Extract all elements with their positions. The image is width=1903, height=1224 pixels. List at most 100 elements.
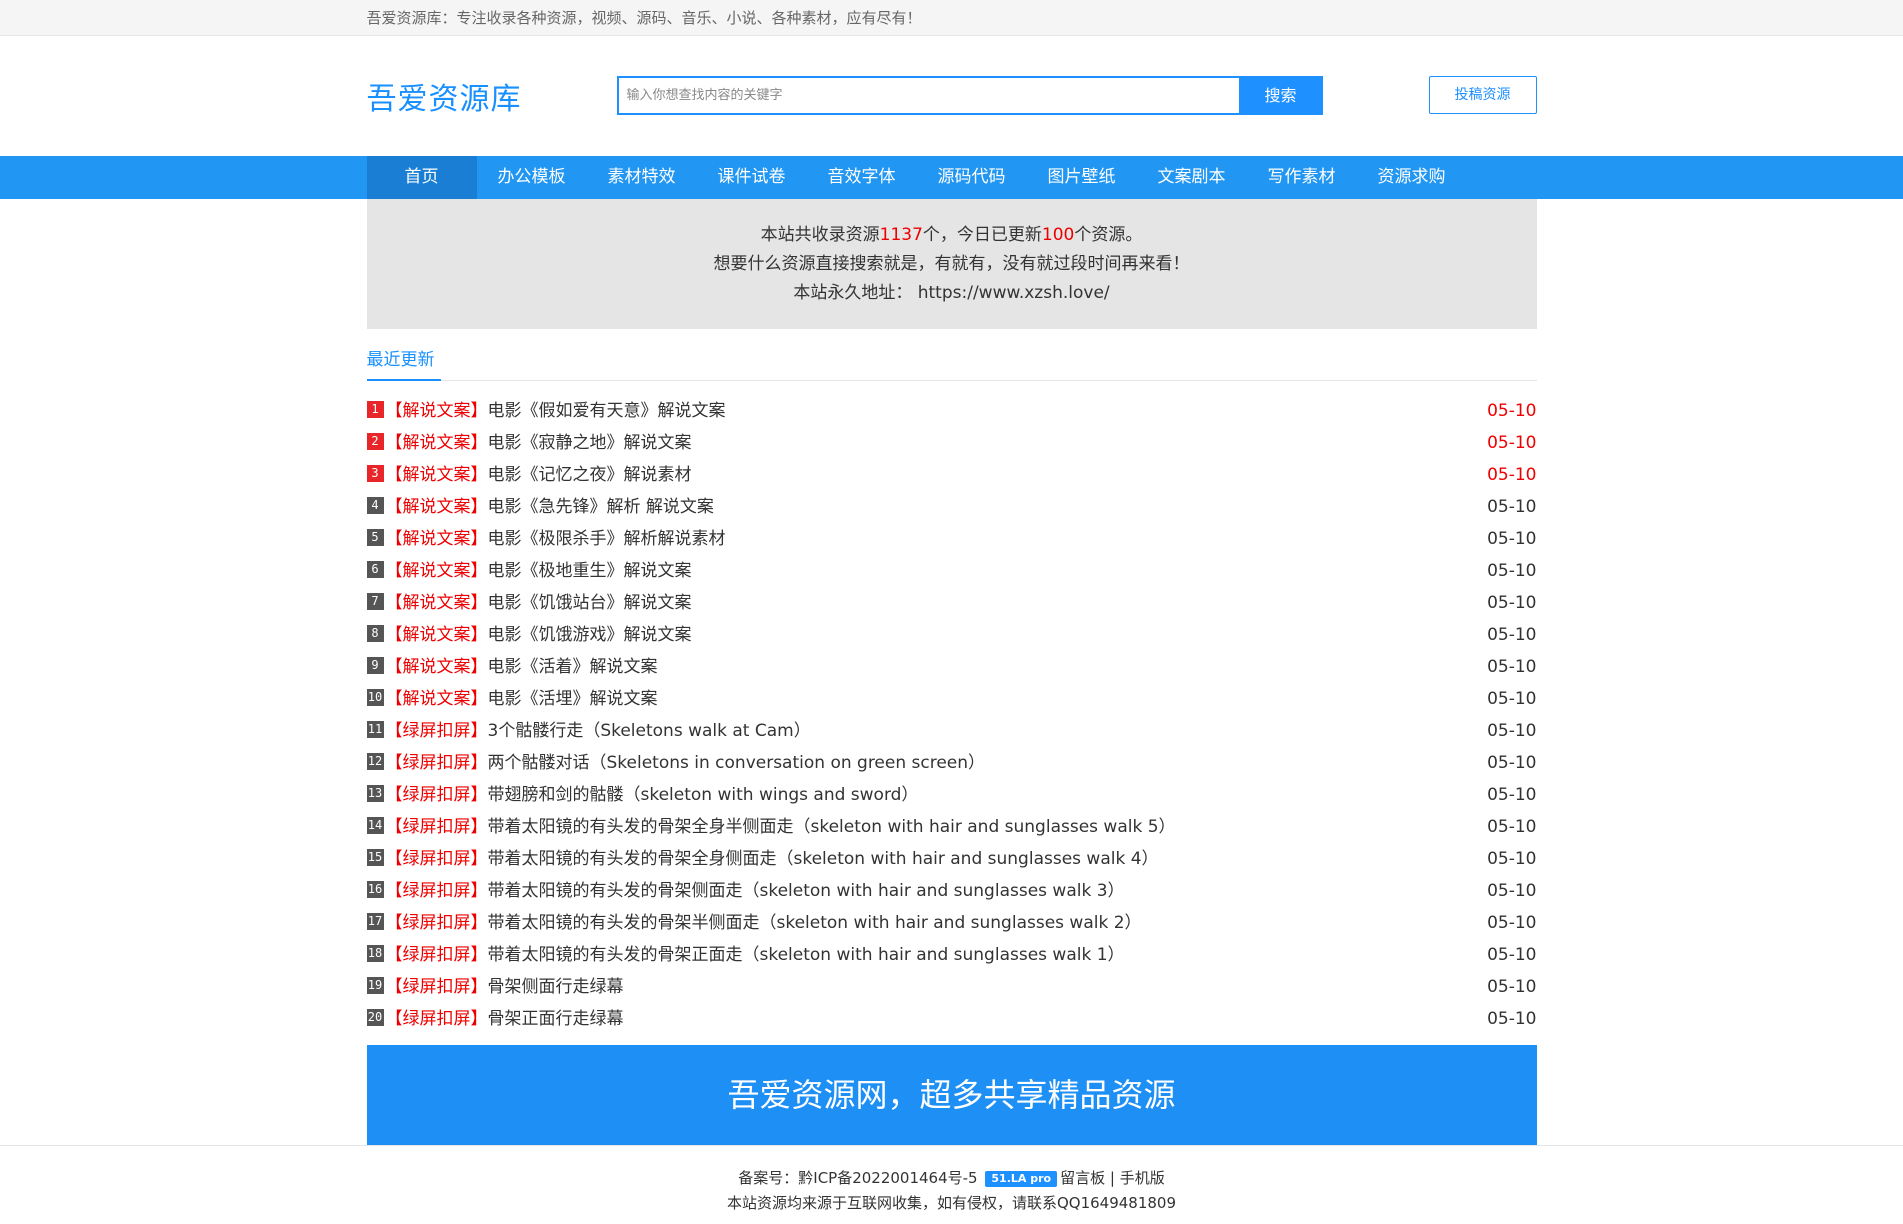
rank-badge: 17 xyxy=(366,912,384,930)
list-item[interactable]: 18 【绿屏扣屏】带着太阳镜的有头发的骨架正面走（skeleton with ha… xyxy=(366,939,1537,971)
item-title-link[interactable]: 电影《急先锋》解析 解说文案 xyxy=(488,497,714,517)
site-notice: 本站共收录资源1137个，今日已更新100个资源。 想要什么资源直接搜索就是，有… xyxy=(366,199,1537,329)
list-item[interactable]: 10 【解说文案】电影《活埋》解说文案 05-10 xyxy=(366,683,1537,715)
51la-badge-icon[interactable]: 51.LA pro xyxy=(985,1170,1058,1187)
item-title-link[interactable]: 电影《记忆之夜》解说素材 xyxy=(488,465,692,485)
item-category[interactable]: 【解说文案】 xyxy=(386,465,488,485)
nav-item-3[interactable]: 课件试卷 xyxy=(697,156,807,199)
item-title-link[interactable]: 骨架正面行走绿幕 xyxy=(488,1009,624,1029)
list-item[interactable]: 1 【解说文案】电影《假如爱有天意》解说文案 05-10 xyxy=(366,395,1537,427)
site-logo[interactable]: 吾爱资源库 xyxy=(367,74,522,118)
item-date: 05-10 xyxy=(1487,401,1537,421)
item-title-link[interactable]: 电影《饥饿游戏》解说文案 xyxy=(488,625,692,645)
item-category[interactable]: 【绿屏扣屏】 xyxy=(386,1009,488,1029)
list-item[interactable]: 3 【解说文案】电影《记忆之夜》解说素材 05-10 xyxy=(366,459,1537,491)
list-item[interactable]: 8 【解说文案】电影《饥饿游戏》解说文案 05-10 xyxy=(366,619,1537,651)
mobile-version-link[interactable]: 手机版 xyxy=(1120,1169,1165,1187)
rank-badge: 5 xyxy=(366,528,384,546)
item-category[interactable]: 【解说文案】 xyxy=(386,561,488,581)
rank-badge: 11 xyxy=(366,720,384,738)
nav-item-5[interactable]: 源码代码 xyxy=(917,156,1027,199)
nav-item-6[interactable]: 图片壁纸 xyxy=(1027,156,1137,199)
item-category[interactable]: 【解说文案】 xyxy=(386,689,488,709)
item-date: 05-10 xyxy=(1487,1009,1537,1029)
item-date: 05-10 xyxy=(1487,497,1537,517)
item-category[interactable]: 【绿屏扣屏】 xyxy=(386,817,488,837)
icp-label: 备案号： xyxy=(738,1169,799,1187)
item-category[interactable]: 【绿屏扣屏】 xyxy=(386,945,488,965)
tab-recent-updates[interactable]: 最近更新 xyxy=(366,345,441,381)
nav-item-8[interactable]: 写作素材 xyxy=(1247,156,1357,199)
item-category[interactable]: 【解说文案】 xyxy=(386,433,488,453)
list-item[interactable]: 13 【绿屏扣屏】带翅膀和剑的骷髅（skeleton with wings and… xyxy=(366,779,1537,811)
nav-item-4[interactable]: 音效字体 xyxy=(807,156,917,199)
item-title-link[interactable]: 电影《寂静之地》解说文案 xyxy=(488,433,692,453)
item-date: 05-10 xyxy=(1487,753,1537,773)
list-item[interactable]: 6 【解说文案】电影《极地重生》解说文案 05-10 xyxy=(366,555,1537,587)
item-category[interactable]: 【解说文案】 xyxy=(386,657,488,677)
list-item[interactable]: 5 【解说文案】电影《极限杀手》解析解说素材 05-10 xyxy=(366,523,1537,555)
item-category[interactable]: 【解说文案】 xyxy=(386,529,488,549)
item-title-link[interactable]: 带着太阳镜的有头发的骨架正面走（skeleton with hair and s… xyxy=(488,945,1125,965)
item-date: 05-10 xyxy=(1487,593,1537,613)
item-title-link[interactable]: 两个骷髅对话（Skeletons in conversation on gree… xyxy=(488,753,986,773)
list-item[interactable]: 20 【绿屏扣屏】骨架正面行走绿幕 05-10 xyxy=(366,1003,1537,1035)
top-slogan: 吾爱资源库：专注收录各种资源，视频、源码、音乐、小说、各种素材，应有尽有！ xyxy=(366,9,922,27)
item-title-link[interactable]: 电影《极限杀手》解析解说素材 xyxy=(488,529,726,549)
nav-item-9[interactable]: 资源求购 xyxy=(1357,156,1467,199)
nav-item-2[interactable]: 素材特效 xyxy=(587,156,697,199)
list-item[interactable]: 7 【解说文案】电影《饥饿站台》解说文案 05-10 xyxy=(366,587,1537,619)
nav-item-7[interactable]: 文案剧本 xyxy=(1137,156,1247,199)
item-title-link[interactable]: 电影《饥饿站台》解说文案 xyxy=(488,593,692,613)
list-item[interactable]: 17 【绿屏扣屏】带着太阳镜的有头发的骨架半侧面走（skeleton with h… xyxy=(366,907,1537,939)
item-date: 05-10 xyxy=(1487,721,1537,741)
item-title-link[interactable]: 骨架侧面行走绿幕 xyxy=(488,977,624,997)
item-title-link[interactable]: 电影《极地重生》解说文案 xyxy=(488,561,692,581)
item-title-link[interactable]: 电影《活着》解说文案 xyxy=(488,657,658,677)
footer-separator: | xyxy=(1109,1169,1115,1187)
item-category[interactable]: 【绿屏扣屏】 xyxy=(386,753,488,773)
guestbook-link[interactable]: 留言板 xyxy=(1060,1169,1105,1187)
item-category[interactable]: 【解说文案】 xyxy=(386,625,488,645)
item-title-link[interactable]: 带着太阳镜的有头发的骨架全身半侧面走（skeleton with hair an… xyxy=(488,817,1176,837)
promo-banner[interactable]: 吾爱资源网，超多共享精品资源 xyxy=(366,1045,1537,1145)
item-title-link[interactable]: 带着太阳镜的有头发的骨架半侧面走（skeleton with hair and … xyxy=(488,913,1142,933)
item-date: 05-10 xyxy=(1487,625,1537,645)
list-item[interactable]: 15 【绿屏扣屏】带着太阳镜的有头发的骨架全身侧面走（skeleton with … xyxy=(366,843,1537,875)
list-item[interactable]: 16 【绿屏扣屏】带着太阳镜的有头发的骨架侧面走（skeleton with ha… xyxy=(366,875,1537,907)
list-item[interactable]: 11 【绿屏扣屏】3个骷髅行走（Skeletons walk at Cam） 05-… xyxy=(366,715,1537,747)
item-title-link[interactable]: 带着太阳镜的有头发的骨架侧面走（skeleton with hair and s… xyxy=(488,881,1125,901)
list-item[interactable]: 2 【解说文案】电影《寂静之地》解说文案 05-10 xyxy=(366,427,1537,459)
search-input[interactable] xyxy=(616,76,1239,115)
list-item[interactable]: 4 【解说文案】电影《急先锋》解析 解说文案 05-10 xyxy=(366,491,1537,523)
item-category[interactable]: 【绿屏扣屏】 xyxy=(386,977,488,997)
list-item[interactable]: 14 【绿屏扣屏】带着太阳镜的有头发的骨架全身半侧面走（skeleton with… xyxy=(366,811,1537,843)
search-button[interactable]: 搜索 xyxy=(1238,76,1323,115)
item-title-link[interactable]: 带着太阳镜的有头发的骨架全身侧面走（skeleton with hair and… xyxy=(488,849,1159,869)
rank-badge: 14 xyxy=(366,816,384,834)
footer: 备案号：黔ICP备2022001464号-5 51.LA pro 留言板 | 手机… xyxy=(0,1145,1903,1216)
item-title-link[interactable]: 3个骷髅行走（Skeletons walk at Cam） xyxy=(488,721,811,741)
nav-item-0[interactable]: 首页 xyxy=(366,156,477,199)
list-item[interactable]: 12 【绿屏扣屏】两个骷髅对话（Skeletons in conversation… xyxy=(366,747,1537,779)
list-item[interactable]: 19 【绿屏扣屏】骨架侧面行走绿幕 05-10 xyxy=(366,971,1537,1003)
item-category[interactable]: 【解说文案】 xyxy=(386,401,488,421)
list-item[interactable]: 9 【解说文案】电影《活着》解说文案 05-10 xyxy=(366,651,1537,683)
item-category[interactable]: 【绿屏扣屏】 xyxy=(386,881,488,901)
item-category[interactable]: 【解说文案】 xyxy=(386,593,488,613)
rank-badge: 10 xyxy=(366,688,384,706)
item-category[interactable]: 【解说文案】 xyxy=(386,497,488,517)
item-category[interactable]: 【绿屏扣屏】 xyxy=(386,913,488,933)
item-title-link[interactable]: 电影《活埋》解说文案 xyxy=(488,689,658,709)
item-category[interactable]: 【绿屏扣屏】 xyxy=(386,785,488,805)
item-category[interactable]: 【绿屏扣屏】 xyxy=(386,849,488,869)
item-category[interactable]: 【绿屏扣屏】 xyxy=(386,721,488,741)
item-title-link[interactable]: 带翅膀和剑的骷髅（skeleton with wings and sword） xyxy=(488,785,919,805)
rank-badge: 18 xyxy=(366,944,384,962)
item-date: 05-10 xyxy=(1487,785,1537,805)
item-date: 05-10 xyxy=(1487,881,1537,901)
nav-item-1[interactable]: 办公模板 xyxy=(477,156,587,199)
icp-link[interactable]: 黔ICP备2022001464号-5 xyxy=(798,1169,977,1187)
submit-resource-button[interactable]: 投稿资源 xyxy=(1428,76,1537,114)
item-title-link[interactable]: 电影《假如爱有天意》解说文案 xyxy=(488,401,726,421)
